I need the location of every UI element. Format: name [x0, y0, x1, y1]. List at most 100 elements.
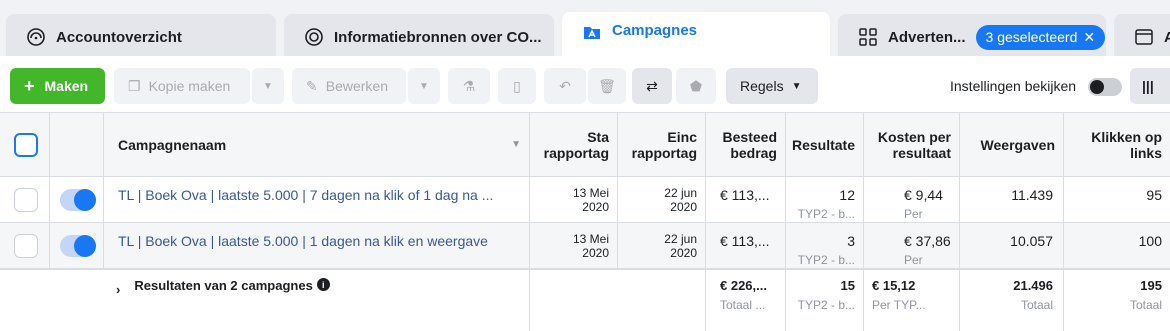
table-row[interactable]: TL | Boek Ova | laatste 5.000 | 1 dagen … [0, 222, 1170, 283]
view-settings-toggle[interactable] [1088, 78, 1122, 96]
row-select-cell [0, 177, 50, 222]
totals-results-cell: 15 TYP2 - b... [786, 270, 864, 331]
undo-button[interactable]: ↶ [544, 68, 586, 104]
tab-bar: Accountoverzicht Informatiebronnen over … [0, 0, 1170, 60]
tab-last-label: Ac [1164, 28, 1170, 46]
column-header-clicks[interactable]: Klikken op links [1064, 113, 1170, 176]
clipboard-icon: ▯ [513, 77, 521, 94]
expand-chevron-icon[interactable]: › [116, 282, 120, 297]
edit-dropdown[interactable]: ▼ [408, 68, 440, 104]
clipboard-button[interactable]: ▯ [498, 68, 536, 104]
campaign-table: Campagnenaam ▼ Sta rapportag Einc rappor… [0, 112, 1170, 331]
totals-spend-sub: Totaal ... [720, 298, 766, 312]
tab-account-overview[interactable]: Accountoverzicht [6, 14, 276, 60]
tab-sources[interactable]: Informatiebronnen over CO... [284, 14, 554, 60]
select-all-checkbox[interactable] [14, 133, 38, 157]
clear-selection-icon[interactable]: ✕ [1083, 29, 1095, 46]
end-date-cell: 22 jun 2020 [618, 177, 706, 222]
results-type: TYP2 - b... [797, 207, 855, 221]
totals-impressions: 21.496 [1013, 278, 1053, 293]
tab-ads[interactable]: Adverten... 3 geselecteerd ✕ [838, 14, 1106, 60]
start-date-cell: 13 Mei 2020 [530, 223, 618, 268]
rules-label: Regels [740, 78, 784, 94]
create-button[interactable]: + Maken [10, 68, 105, 104]
column-header-name-label: Campagnenaam [118, 136, 227, 153]
column-header-clicks-label: Klikken op links [1091, 128, 1162, 161]
clicks-cell: 95 [1146, 187, 1162, 203]
preview-button[interactable]: ⇄ [632, 68, 672, 104]
column-header-results[interactable]: Resultate [786, 113, 864, 176]
impressions-cell: 10.057 [960, 223, 1064, 268]
column-header-end-label: Einc rapportag [631, 128, 697, 161]
totals-results-sub: TYP2 - b... [797, 298, 855, 312]
tab-ads-label: Adverten... [888, 28, 966, 46]
gauge-icon [26, 27, 46, 47]
tag-button[interactable]: ⬟ [676, 68, 716, 104]
folder-icon [582, 22, 602, 42]
duplicate-button[interactable]: ❐ Kopie maken [114, 68, 250, 104]
clicks-cell: 100 [1138, 233, 1162, 249]
start-date: 13 Mei [572, 232, 609, 246]
campaign-toggle[interactable] [60, 235, 96, 257]
tab-campaigns[interactable]: Campagnes [562, 12, 830, 60]
edit-label: Bewerken [325, 78, 388, 94]
copy-icon: ❐ [128, 77, 141, 94]
duplicate-dropdown[interactable]: ▼ [252, 68, 284, 104]
columns-icon: ||| [1142, 78, 1154, 94]
selection-badge-label: 3 geselecteerd [985, 29, 1078, 45]
row-checkbox[interactable] [14, 234, 38, 258]
row-checkbox[interactable] [14, 188, 38, 212]
start-year: 2020 [582, 246, 609, 260]
campaign-toggle[interactable] [60, 189, 96, 211]
end-date: 22 jun [664, 232, 697, 246]
totals-impressions-cell: 21.496 Totaal [960, 270, 1064, 331]
column-header-impressions[interactable]: Weergaven [960, 113, 1064, 176]
grid-icon [858, 27, 878, 47]
column-header-spend[interactable]: Besteed bedrag [706, 113, 786, 176]
column-header-start[interactable]: Sta rapportag [530, 113, 618, 176]
totals-label-cell[interactable]: › Resultaten van 2 campagnes i [104, 270, 530, 331]
cost-cell: € 9,44Per TYP... [864, 177, 960, 237]
tab-sources-label: Informatiebronnen over CO... [334, 28, 542, 46]
results-value: 3 [847, 233, 855, 249]
totals-spend: € 226,... [720, 278, 767, 293]
campaign-name-link[interactable]: TL | Boek Ova | laatste 5.000 | 7 dagen … [104, 177, 530, 222]
tab-last[interactable]: Ac [1114, 14, 1170, 60]
totals-results: 15 [840, 278, 855, 293]
column-header-name[interactable]: Campagnenaam ▼ [104, 113, 530, 176]
row-toggle-cell [50, 177, 104, 222]
rules-button[interactable]: Regels ▼ [726, 68, 818, 104]
column-header-spend-label: Besteed bedrag [722, 128, 777, 161]
test-button[interactable]: ⚗ [448, 68, 490, 104]
totals-clicks: 195 [1140, 278, 1162, 293]
start-date-cell: 13 Mei 2020 [530, 177, 618, 222]
totals-cost-sub: Per TYP... [872, 298, 926, 312]
delete-button[interactable]: 🗑 [588, 68, 626, 104]
edit-button[interactable]: ✎ Bewerken [292, 68, 406, 104]
column-header-end[interactable]: Einc rapportag [618, 113, 706, 176]
table-row[interactable]: TL | Boek Ova | laatste 5.000 | 7 dagen … [0, 176, 1170, 237]
cost-cell: € 37,86Per TYP... [864, 223, 960, 283]
start-year: 2020 [582, 200, 609, 214]
campaign-name-link[interactable]: TL | Boek Ova | laatste 5.000 | 1 dagen … [104, 223, 530, 268]
tab-campaigns-label: Campagnes [612, 22, 698, 39]
duplicate-label: Kopie maken [148, 78, 231, 94]
column-header-cost[interactable]: Kosten per resultaat [864, 113, 960, 176]
results-type: TYP2 - b... [797, 253, 855, 267]
end-year: 2020 [670, 246, 697, 260]
tab-account-label: Accountoverzicht [56, 28, 182, 46]
totals-dates-cell [530, 270, 706, 331]
end-date: 22 jun [664, 186, 697, 200]
info-icon[interactable]: i [316, 278, 330, 291]
selection-badge[interactable]: 3 geselecteerd ✕ [975, 24, 1106, 50]
undo-icon: ↶ [559, 77, 571, 94]
columns-button[interactable]: ||| [1130, 68, 1170, 104]
totals-row: › Resultaten van 2 campagnes i € 226,...… [0, 268, 1170, 331]
totals-cost: € 15,12 [872, 278, 916, 293]
totals-spend-cell: € 226,... Totaal ... [706, 270, 786, 331]
tag-icon: ⬟ [689, 77, 703, 94]
row-select-cell [0, 223, 50, 268]
toolbar: + Maken ❐ Kopie maken ▼ ✎ Bewerken ▼ ⚗ ▯… [0, 56, 1170, 112]
toggle-header-cell [50, 113, 104, 176]
column-header-impressions-label: Weergaven [980, 136, 1055, 153]
